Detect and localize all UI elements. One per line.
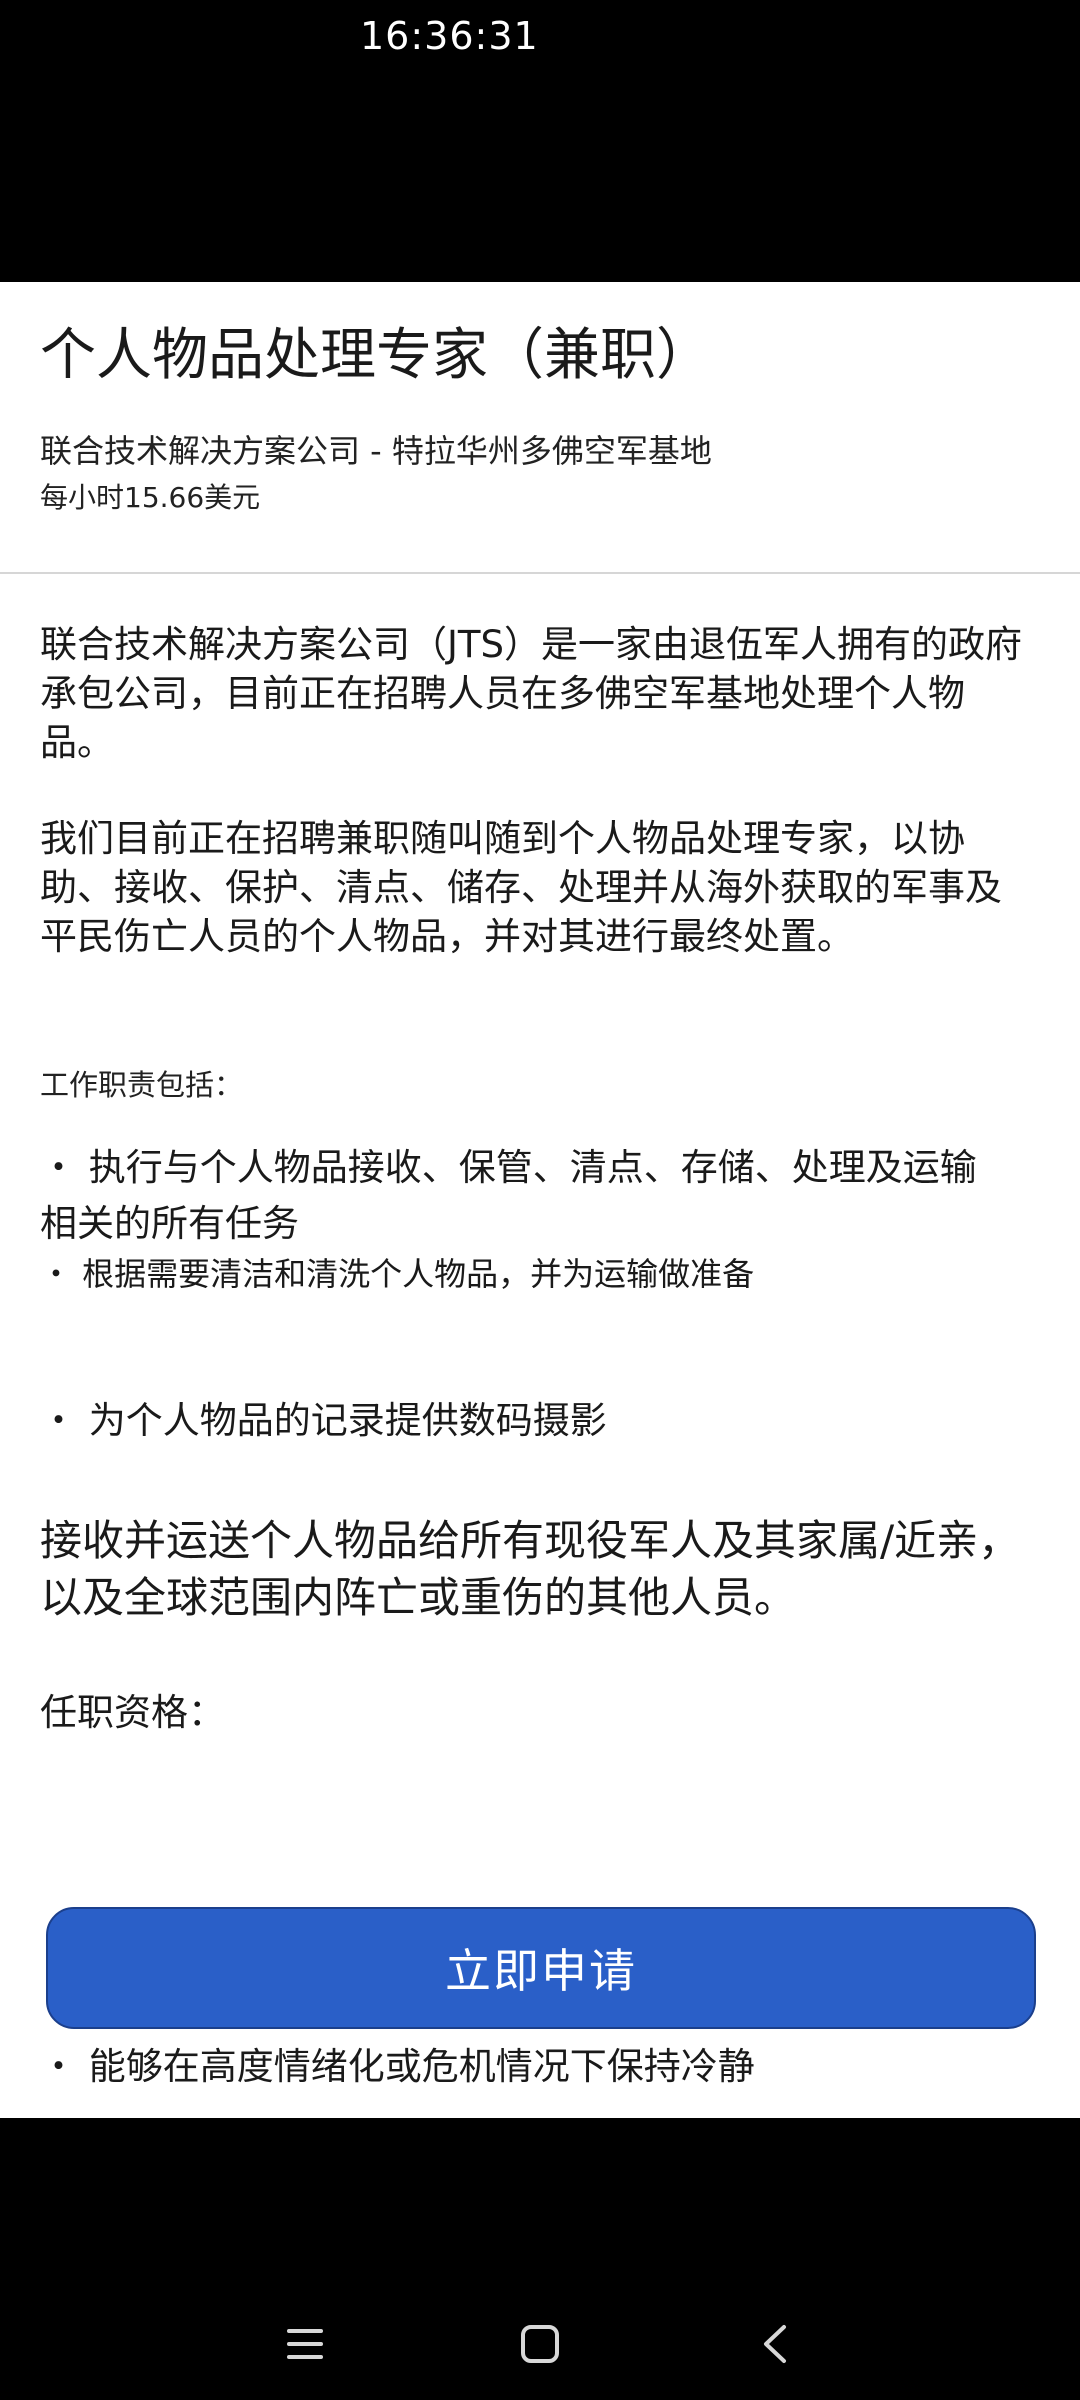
system-nav-bar bbox=[0, 2118, 1080, 2400]
pay-rate: 每小时15.66美元 bbox=[40, 481, 261, 514]
duty-item: ・ 执行与个人物品接收、保管、清点、存储、处理及运输相关的所有任务 bbox=[40, 1146, 977, 1245]
duties-heading: 工作职责包括： bbox=[40, 1068, 244, 1102]
back-button[interactable] bbox=[735, 2304, 815, 2384]
home-button[interactable] bbox=[500, 2304, 580, 2384]
home-icon bbox=[521, 2325, 559, 2363]
duty-item: ・ 根据需要清洁和清洗个人物品，并为运输做准备 bbox=[40, 1255, 755, 1293]
header-divider bbox=[0, 572, 1080, 574]
duty-item: ・ 为个人物品的记录提供数码摄影 bbox=[40, 1399, 607, 1442]
menu-icon bbox=[287, 2329, 323, 2359]
recent-apps-button[interactable] bbox=[265, 2304, 345, 2384]
qualification-item: ・ 能够在高度情绪化或危机情况下保持冷静 bbox=[40, 2045, 755, 2088]
delivery-paragraph: 接收并运送个人物品给所有现役军人及其家属/近亲，以及全球范围内阵亡或重伤的其他人… bbox=[40, 1516, 1021, 1622]
status-bar: 16:36:31 bbox=[0, 0, 1080, 282]
job-title: 个人物品处理专家（兼职） bbox=[40, 323, 712, 388]
job-header: 个人物品处理专家（兼职） 联合技术解决方案公司 - 特拉华州多佛空军基地 每小时… bbox=[0, 282, 1080, 572]
job-posting-page[interactable]: 个人物品处理专家（兼职） 联合技术解决方案公司 - 特拉华州多佛空军基地 每小时… bbox=[0, 282, 1080, 2118]
apply-now-button[interactable]: 立即申请 bbox=[46, 1907, 1036, 2029]
intro-paragraph: 联合技术解决方案公司（JTS）是一家由退伍军人拥有的政府承包公司，目前正在招聘人… bbox=[40, 623, 1022, 764]
status-time: 16:36:31 bbox=[360, 14, 539, 58]
qualifications-heading: 任职资格： bbox=[40, 1691, 225, 1734]
back-icon bbox=[764, 2325, 786, 2363]
company-location: 联合技术解决方案公司 - 特拉华州多佛空军基地 bbox=[40, 432, 712, 470]
hiring-paragraph: 我们目前正在招聘兼职随叫随到个人物品处理专家，以协助、接收、保护、清点、储存、处… bbox=[40, 817, 1002, 958]
